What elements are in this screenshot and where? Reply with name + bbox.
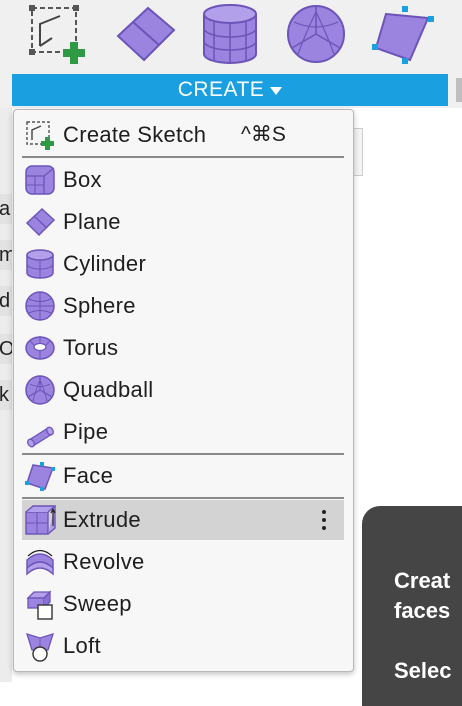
browser-item-fragment[interactable]: k — [0, 380, 12, 410]
menu-separator — [22, 497, 344, 499]
browser-item-fragment[interactable]: a — [0, 194, 12, 224]
browser-item-fragment[interactable]: m — [0, 240, 12, 270]
create-toolbar: CREATE — [0, 0, 462, 108]
menu-item-extrude[interactable]: Extrude — [22, 500, 344, 540]
browser-item-fragment[interactable]: d — [0, 286, 12, 316]
menu-item-plane[interactable]: Plane — [22, 202, 344, 242]
tooltip-title: Creat — [394, 568, 451, 593]
quadball-icon — [25, 375, 55, 405]
menu-item-label: Sweep — [63, 591, 132, 616]
menu-item-label: Box — [63, 167, 102, 192]
menu-item-cylinder[interactable]: Cylinder — [22, 244, 344, 284]
more-options-icon[interactable] — [322, 510, 326, 534]
caret-down-icon — [270, 87, 283, 95]
menu-item-label: Revolve — [63, 549, 145, 574]
face-icon — [25, 462, 55, 491]
face-icon[interactable] — [370, 2, 434, 66]
cylinder-icon[interactable] — [198, 2, 262, 66]
menu-item-quadball[interactable]: Quadball — [22, 370, 344, 410]
menu-item-torus[interactable]: Torus — [22, 328, 344, 368]
menu-item-loft[interactable]: Loft — [22, 626, 344, 666]
toolbar-divider — [456, 78, 462, 102]
create-dropdown-menu: Create Sketch ^⌘S Box Plane Cylinder Sph… — [13, 109, 354, 672]
menu-separator — [22, 453, 344, 455]
menu-item-revolve[interactable]: Revolve — [22, 542, 344, 582]
menu-item-label: Quadball — [63, 377, 154, 402]
menu-item-label: Extrude — [63, 507, 141, 532]
menu-item-sweep[interactable]: Sweep — [22, 584, 344, 624]
menu-item-label: Plane — [63, 209, 121, 234]
menu-item-label: Face — [63, 463, 114, 488]
sphere-icon[interactable] — [284, 2, 348, 66]
tooltip-text-2: Selec — [394, 658, 452, 683]
create-sketch-icon[interactable] — [26, 2, 90, 66]
menu-item-pipe[interactable]: Pipe — [22, 412, 344, 452]
tooltip-card: Creat faces Selec — [362, 506, 462, 706]
menu-item-sphere[interactable]: Sphere — [22, 286, 344, 326]
torus-icon — [25, 336, 55, 360]
menu-item-label: Torus — [63, 335, 119, 360]
menu-separator — [22, 156, 344, 158]
menu-item-label: Create Sketch — [63, 122, 207, 147]
menu-item-create-sketch[interactable]: Create Sketch ^⌘S — [22, 115, 344, 155]
menu-item-label: Pipe — [63, 419, 109, 444]
box-icon — [25, 165, 55, 195]
plane-icon[interactable] — [112, 2, 176, 66]
sphere-icon — [25, 291, 55, 321]
create-sketch-icon — [26, 121, 54, 150]
shortcut-label: ^⌘S — [241, 123, 286, 146]
cylinder-icon — [26, 249, 54, 279]
browser-item-fragment[interactable]: Or — [0, 334, 12, 364]
create-menu-label: CREATE — [177, 78, 265, 101]
extrude-icon — [25, 505, 56, 535]
menu-item-box[interactable]: Box — [22, 160, 344, 200]
pipe-icon — [27, 426, 54, 448]
menu-item-face[interactable]: Face — [22, 456, 344, 496]
plane-icon — [25, 207, 56, 237]
menu-item-label: Cylinder — [63, 251, 147, 276]
menu-item-label: Loft — [63, 633, 101, 658]
menu-item-label: Sphere — [63, 293, 136, 318]
revolve-icon — [26, 549, 54, 576]
create-menu-button[interactable]: CREATE — [12, 74, 448, 106]
tooltip-text: faces — [394, 598, 451, 623]
sweep-icon — [26, 590, 53, 620]
loft-icon — [26, 633, 54, 662]
